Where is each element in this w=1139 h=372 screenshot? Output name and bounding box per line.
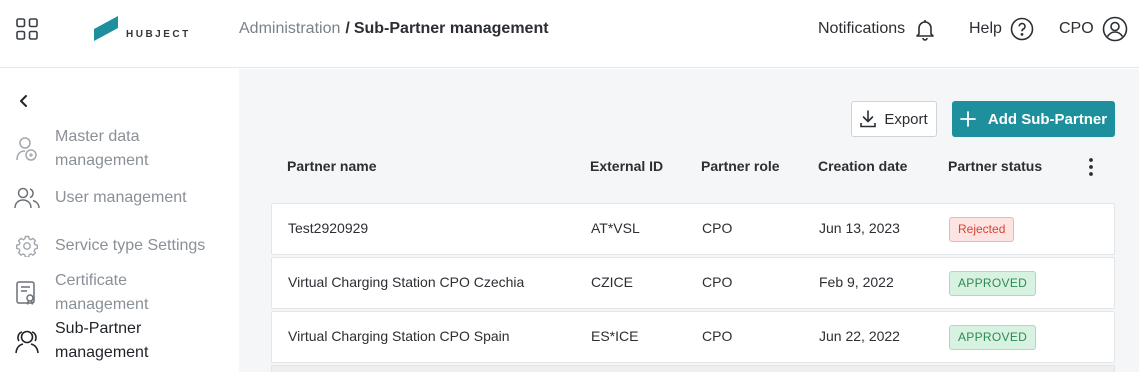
sidebar-item-label: Sub-Partner: [55, 320, 142, 337]
column-header-partner-role[interactable]: Partner role: [701, 158, 780, 174]
bell-icon: [916, 20, 934, 41]
sidebar-item-master-data[interactable]: Master data management: [14, 125, 224, 173]
table-row-partial: [271, 365, 1115, 372]
breadcrumb-separator: /: [345, 20, 350, 37]
cell-creation-date: Feb 9, 2022: [819, 274, 894, 290]
main-content: Export Add Sub-Partner Partner name Exte…: [239, 69, 1139, 372]
user-label: CPO: [1059, 20, 1094, 37]
cell-partner-name: Test2920929: [288, 220, 369, 236]
grid-apps-icon[interactable]: [16, 18, 38, 40]
column-header-external-id[interactable]: External ID: [590, 158, 663, 174]
sidebar-item-user-management[interactable]: User management: [14, 185, 224, 211]
cell-partner-role: CPO: [702, 220, 733, 236]
download-icon: [860, 110, 877, 128]
help-label: Help: [969, 20, 1002, 37]
help-circle-icon: [1010, 17, 1034, 41]
gear-icon: [14, 233, 40, 259]
cell-creation-date: Jun 13, 2023: [819, 220, 900, 236]
notifications-label: Notifications: [818, 20, 906, 37]
sidebar-item-service-type-settings[interactable]: Service type Settings: [14, 233, 224, 259]
logo-text: HUBJECT: [126, 28, 191, 40]
column-header-partner-name[interactable]: Partner name: [287, 158, 376, 174]
table-row[interactable]: Virtual Charging Station CPO Spain ES*IC…: [271, 311, 1115, 363]
cell-creation-date: Jun 22, 2022: [819, 328, 900, 344]
cell-partner-name: Virtual Charging Station CPO Czechia: [288, 274, 525, 290]
help-button[interactable]: Help: [969, 15, 1034, 43]
sidebar-item-sub-partner-management[interactable]: Sub-Partner management: [14, 317, 224, 365]
status-badge: APPROVED: [949, 325, 1037, 350]
sidebar-item-label-line2: management: [55, 152, 149, 169]
cell-partner-role: CPO: [702, 328, 733, 344]
sidebar-item-certificate-management[interactable]: Certificate management: [14, 269, 224, 317]
sidebar-item-label: Master data: [55, 128, 140, 145]
cell-external-id: ES*ICE: [591, 328, 639, 344]
sub-partner-icon: [14, 328, 40, 354]
notifications-button[interactable]: Notifications: [818, 15, 937, 43]
user-menu-button[interactable]: CPO: [1059, 15, 1128, 43]
breadcrumb: Administration / Sub-Partner management: [239, 18, 549, 40]
hubject-logo[interactable]: HUBJECT: [94, 16, 191, 42]
status-badge: APPROVED: [949, 271, 1037, 296]
users-icon: [14, 185, 40, 211]
add-sub-partner-label: Add Sub-Partner: [987, 110, 1108, 128]
export-label: Export: [884, 110, 928, 128]
more-options-icon[interactable]: [1086, 157, 1096, 177]
top-header: HUBJECT Administration / Sub-Partner manag…: [0, 0, 1139, 68]
table-row[interactable]: Virtual Charging Station CPO Czechia CZI…: [271, 257, 1115, 309]
column-header-partner-status[interactable]: Partner status: [948, 158, 1042, 174]
plus-icon: [960, 111, 976, 127]
sidebar-item-label: User management: [55, 189, 187, 206]
cell-partner-role: CPO: [702, 274, 733, 290]
sidebar-item-label-line2: management: [55, 296, 149, 313]
table-row[interactable]: Test2920929 AT*VSL CPO Jun 13, 2023 Reje…: [271, 203, 1115, 255]
certificate-icon: [14, 280, 40, 306]
sidebar-item-label-line2: management: [55, 344, 149, 361]
logo-mark-icon: [94, 16, 118, 41]
sidebar-item-label: Service type Settings: [55, 237, 206, 254]
sidebar-item-label: Certificate: [55, 272, 128, 289]
column-header-creation-date[interactable]: Creation date: [818, 158, 907, 174]
add-sub-partner-button[interactable]: Add Sub-Partner: [952, 101, 1115, 137]
sidebar: Master data management User management S…: [0, 69, 239, 372]
collapse-sidebar-icon[interactable]: [14, 91, 34, 111]
breadcrumb-parent[interactable]: Administration: [239, 20, 340, 37]
cell-external-id: AT*VSL: [591, 220, 640, 236]
cell-partner-name: Virtual Charging Station CPO Spain: [288, 328, 510, 344]
page-title: Sub-Partner management: [353, 20, 549, 37]
export-button[interactable]: Export: [851, 101, 937, 137]
status-badge: Rejected: [949, 217, 1015, 242]
master-data-icon: [14, 136, 40, 162]
user-avatar-icon: [1102, 16, 1127, 42]
cell-external-id: CZICE: [591, 274, 633, 290]
